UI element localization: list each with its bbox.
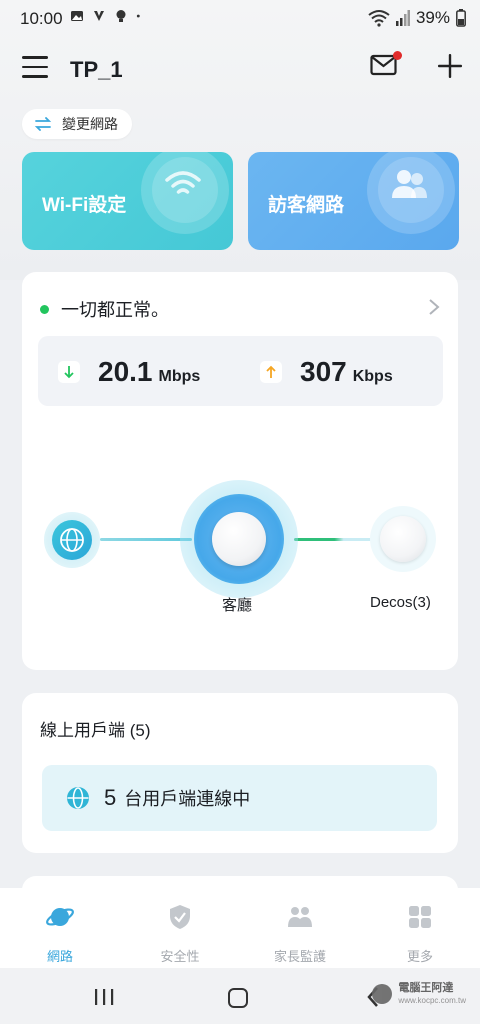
wifi-status-icon — [368, 10, 390, 27]
bulb-icon — [116, 10, 126, 22]
online-clients-card[interactable]: 線上用戶端 (5) 5 台用戶端連線中 — [22, 693, 458, 853]
recent-apps-icon[interactable] — [94, 988, 114, 1006]
internet-node[interactable] — [44, 512, 100, 568]
tab-security[interactable]: 安全性 — [140, 902, 220, 965]
clients-status-text: 台用戶端連線中 — [124, 789, 251, 809]
download-value: 20.1 — [98, 356, 153, 387]
status-indicator — [40, 304, 49, 314]
upload-unit: Kbps — [352, 368, 393, 385]
network-topology: 客廳 Decos(3) — [22, 468, 458, 618]
globe-icon — [60, 528, 84, 552]
guests-icon — [392, 170, 427, 198]
globe-icon — [67, 787, 89, 809]
wifi-settings-label: Wi-Fi設定 — [42, 195, 127, 216]
system-navigation: 電腦王阿達 www.kocpc.com.tw — [0, 968, 480, 1024]
watermark-line1: 電腦王阿達 — [398, 982, 454, 994]
bottom-navigation: 網路 安全性 家長監護 更多 — [0, 888, 480, 968]
arrow-down-icon — [58, 361, 80, 383]
network-title: TP_1 — [70, 57, 123, 82]
upload-speed: 307 Kbps — [260, 356, 393, 388]
home-icon[interactable] — [228, 988, 248, 1008]
guest-network-label: 訪客網路 — [268, 195, 345, 216]
tab-more-label: 更多 — [406, 949, 433, 964]
dot-icon — [136, 14, 140, 18]
arrow-up-icon — [260, 361, 282, 383]
wifi-settings-card[interactable]: Wi-Fi設定 — [22, 152, 233, 250]
battery-icon — [456, 9, 466, 27]
watermark-logo: 電腦王阿達 www.kocpc.com.tw — [372, 982, 466, 1006]
change-network-button[interactable]: 變更網路 — [22, 109, 132, 139]
add-button[interactable] — [436, 52, 464, 80]
swap-icon — [34, 117, 52, 131]
gallery-icon — [71, 11, 83, 21]
planet-icon — [46, 908, 74, 926]
hamburger-icon — [22, 56, 48, 59]
network-status-card[interactable]: 一切都正常。 20.1 Mbps 307 Kbps 客廳 Decos(3) — [22, 272, 458, 670]
change-network-label: 變更網路 — [62, 116, 118, 132]
notification-icons — [70, 9, 144, 23]
satellite-decos-node[interactable] — [380, 516, 426, 562]
network-health-row[interactable]: 一切都正常。 — [40, 296, 169, 322]
unread-badge — [393, 51, 402, 60]
guest-network-card[interactable]: 訪客網路 — [248, 152, 459, 250]
battery-percent: 39% — [415, 8, 450, 27]
download-speed: 20.1 Mbps — [58, 356, 200, 388]
menu-button[interactable] — [22, 56, 48, 78]
download-unit: Mbps — [158, 368, 201, 385]
internet-link — [100, 538, 192, 541]
upload-value: 307 — [300, 356, 347, 387]
clients-count: 5 — [104, 785, 117, 810]
tab-more[interactable]: 更多 — [380, 902, 460, 965]
app-notification-icon — [94, 11, 104, 21]
clients-summary[interactable]: 5 台用戶端連線中 — [42, 765, 437, 831]
network-health-text: 一切都正常。 — [61, 300, 169, 320]
clients-title: 線上用戶端 (5) — [40, 721, 151, 740]
tab-network-label: 網路 — [46, 949, 73, 964]
tab-network[interactable]: 網路 — [20, 902, 100, 965]
watermark-line2: www.kocpc.com.tw — [398, 996, 466, 1006]
tab-parental-controls[interactable]: 家長監護 — [260, 902, 340, 965]
status-time: 10:00 — [20, 9, 63, 28]
speed-panel: 20.1 Mbps 307 Kbps — [38, 336, 443, 406]
shield-icon — [170, 905, 190, 929]
watermark-icon — [372, 984, 393, 1005]
satellite-label: Decos(3) — [370, 594, 431, 611]
messages-button[interactable] — [370, 51, 402, 80]
tab-parental-label: 家長監護 — [273, 949, 326, 964]
chevron-right-icon[interactable] — [428, 298, 440, 316]
plus-icon — [438, 54, 462, 78]
main-router-label: 客廳 — [222, 597, 253, 614]
grid-icon — [409, 906, 431, 928]
main-router-node[interactable] — [212, 512, 266, 566]
tab-security-label: 安全性 — [160, 949, 200, 964]
system-status: 39% — [368, 8, 466, 28]
family-icon — [288, 907, 312, 927]
signal-icon — [395, 10, 410, 26]
wifi-icon — [165, 171, 201, 194]
status-bar: 10:00 39% — [0, 0, 480, 38]
app-header: TP_1 — [0, 48, 480, 88]
